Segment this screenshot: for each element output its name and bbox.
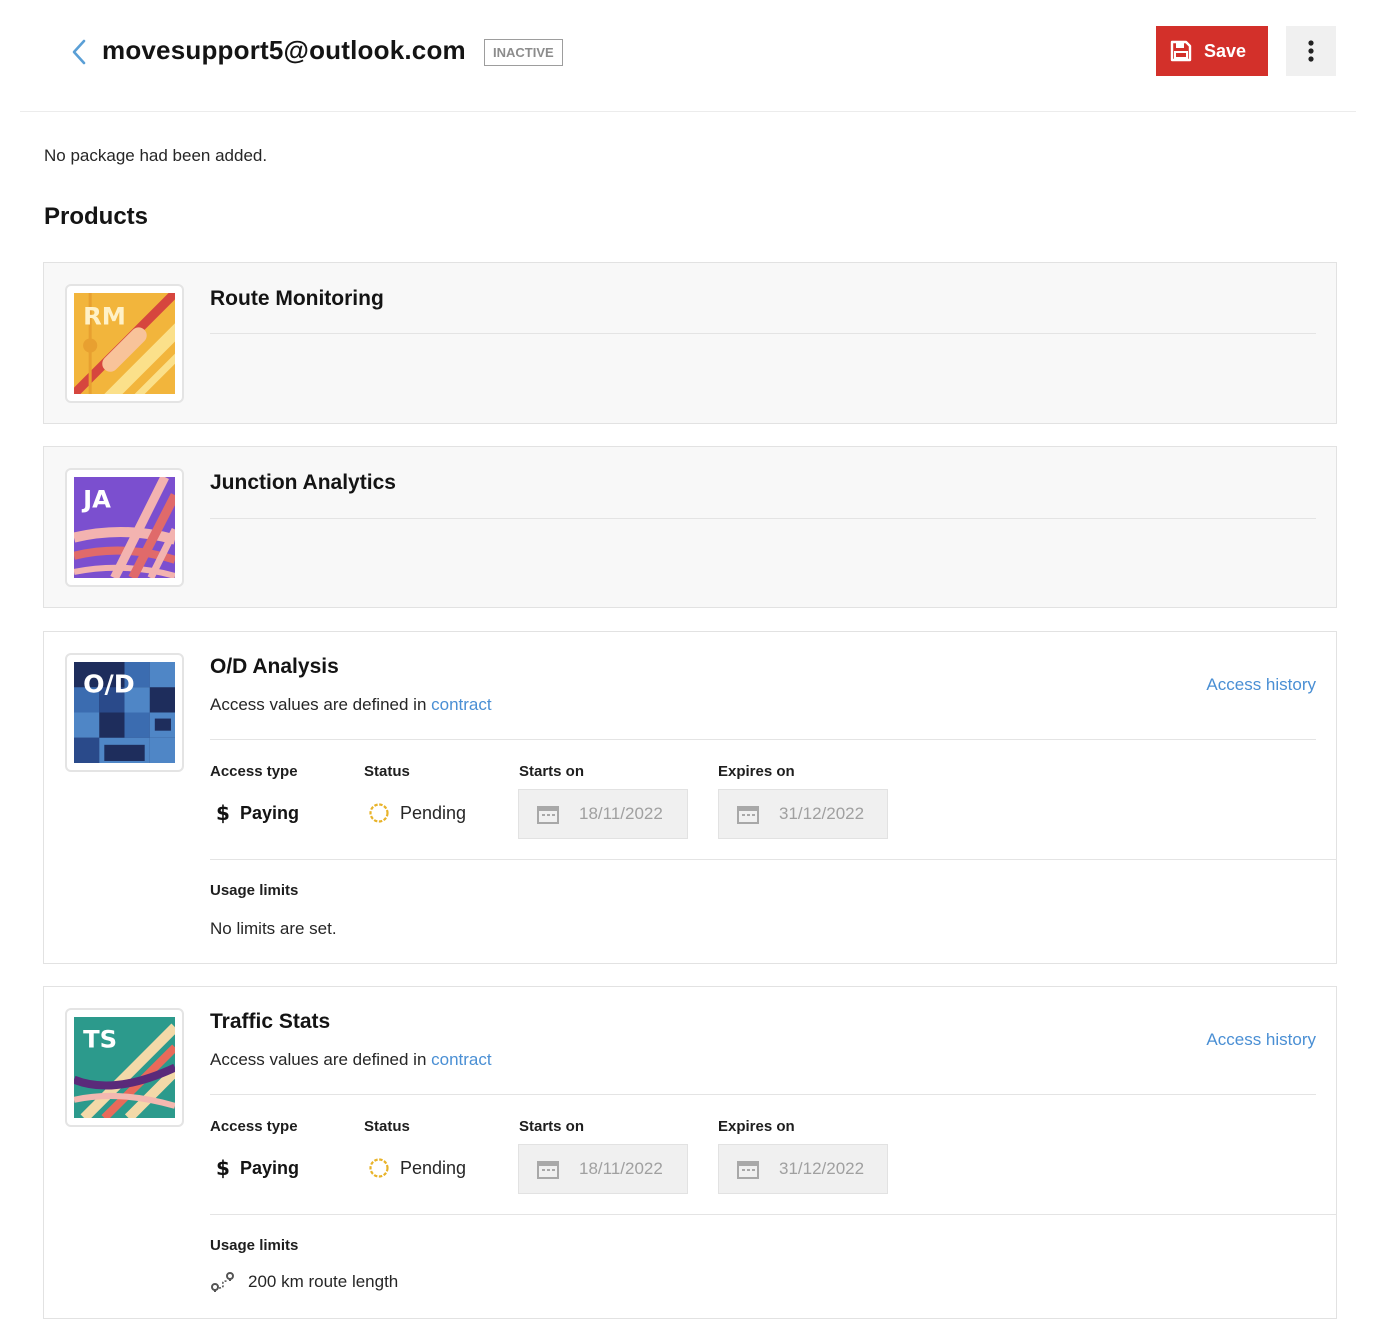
product-card-od-analysis: O/D O/D Analysis Access values are defin… <box>43 631 1337 964</box>
save-button-label: Save <box>1204 40 1247 61</box>
access-type-label: Access type <box>210 763 298 780</box>
usage-limits-value: No limits are set. <box>210 919 337 939</box>
divider <box>210 1214 1337 1215</box>
divider <box>210 739 1316 740</box>
product-name: Junction Analytics <box>210 471 396 494</box>
access-type-text: Paying <box>240 1157 300 1178</box>
logo-text: O/D <box>83 669 135 698</box>
usage-limits-value: 200 km route length <box>210 1271 398 1293</box>
pending-spinner-icon <box>369 1158 389 1178</box>
status-text: Pending <box>400 802 467 823</box>
expires-on-value: 31/12/2022 <box>779 804 865 823</box>
product-card-traffic-stats: TS Traffic Stats Access values are defin… <box>43 986 1337 1319</box>
route-length-icon <box>211 1272 234 1292</box>
back-button[interactable] <box>64 36 96 68</box>
expires-on-value: 31/12/2022 <box>779 1159 865 1178</box>
contract-note-text: Access values are defined in <box>210 1050 432 1069</box>
od-analysis-icon: O/D <box>74 662 175 763</box>
vertical-ellipsis-icon <box>1308 40 1314 62</box>
starts-on-label: Starts on <box>519 1118 585 1135</box>
junction-analytics-logo: JA <box>65 468 184 587</box>
junction-analytics-icon: JA <box>74 477 175 578</box>
product-name: Route Monitoring <box>210 287 384 310</box>
usage-limits-label: Usage limits <box>210 882 299 899</box>
traffic-stats-icon: TS <box>74 1017 175 1118</box>
dollar-icon: $ <box>216 1157 230 1179</box>
svg-text:$: $ <box>216 802 230 824</box>
contract-note: Access values are defined in contract <box>210 1050 492 1070</box>
access-type-value: $ Paying <box>216 802 299 824</box>
route-monitoring-icon: RM <box>74 293 175 394</box>
contract-link[interactable]: contract <box>431 1050 491 1069</box>
dollar-icon: $ <box>216 802 230 824</box>
status-value: Pending <box>368 1157 466 1179</box>
more-options-button[interactable] <box>1286 26 1336 76</box>
calendar-icon <box>537 806 559 824</box>
status-badge: INACTIVE <box>484 39 563 66</box>
access-type-value: $ Paying <box>216 1157 299 1179</box>
access-history-link[interactable]: Access history <box>1206 675 1316 695</box>
page-title: movesupport5@outlook.com <box>102 35 466 65</box>
logo-text: JA <box>81 484 111 513</box>
page-header: movesupport5@outlook.com INACTIVE Save <box>20 0 1356 112</box>
starts-on-label: Starts on <box>519 763 585 780</box>
starts-on-value: 18/11/2022 <box>579 1159 663 1178</box>
pending-spinner-icon <box>369 803 389 823</box>
divider <box>210 333 1316 334</box>
divider <box>210 859 1337 860</box>
usage-limits-label: Usage limits <box>210 1237 299 1254</box>
calendar-icon <box>537 1161 559 1179</box>
status-text: Pending <box>400 1157 467 1178</box>
products-heading: Products <box>44 203 149 230</box>
expires-on-label: Expires on <box>718 1118 795 1135</box>
access-type-label: Access type <box>210 1118 298 1135</box>
product-name: Traffic Stats <box>210 1010 331 1033</box>
access-type-text: Paying <box>240 802 300 823</box>
logo-text: RM <box>83 301 126 330</box>
divider <box>210 518 1316 519</box>
calendar-icon <box>737 806 759 824</box>
starts-on-date-field[interactable]: 18/11/2022 <box>518 789 688 839</box>
route-monitoring-logo: RM <box>65 284 184 403</box>
calendar-icon <box>737 1161 759 1179</box>
product-card-junction-analytics[interactable]: JA Junction Analytics <box>43 446 1337 608</box>
expires-on-label: Expires on <box>718 763 795 780</box>
no-package-notice: No package had been added. <box>44 146 268 165</box>
product-card-route-monitoring[interactable]: RM Route Monitoring <box>43 262 1337 424</box>
product-name: O/D Analysis <box>210 655 339 678</box>
divider <box>210 1094 1316 1095</box>
usage-limits-text: No limits are set. <box>210 919 337 938</box>
contract-note-text: Access values are defined in <box>210 695 432 714</box>
status-label: Status <box>364 1118 410 1135</box>
contract-note: Access values are defined in contract <box>210 695 492 715</box>
status-value: Pending <box>368 802 466 824</box>
access-history-link[interactable]: Access history <box>1206 1030 1316 1050</box>
floppy-disk-icon <box>1170 40 1192 62</box>
starts-on-date-field[interactable]: 18/11/2022 <box>518 1144 688 1194</box>
logo-text: TS <box>83 1024 117 1053</box>
traffic-stats-logo: TS <box>65 1008 184 1127</box>
starts-on-value: 18/11/2022 <box>579 804 663 823</box>
expires-on-date-field[interactable]: 31/12/2022 <box>718 1144 888 1194</box>
chevron-left-icon <box>72 39 86 65</box>
usage-limits-text: 200 km route length <box>248 1272 399 1291</box>
save-button[interactable]: Save <box>1156 26 1268 76</box>
expires-on-date-field[interactable]: 31/12/2022 <box>718 789 888 839</box>
contract-link[interactable]: contract <box>431 695 491 714</box>
svg-text:$: $ <box>216 1157 230 1179</box>
status-label: Status <box>364 763 410 780</box>
od-analysis-logo: O/D <box>65 653 184 772</box>
